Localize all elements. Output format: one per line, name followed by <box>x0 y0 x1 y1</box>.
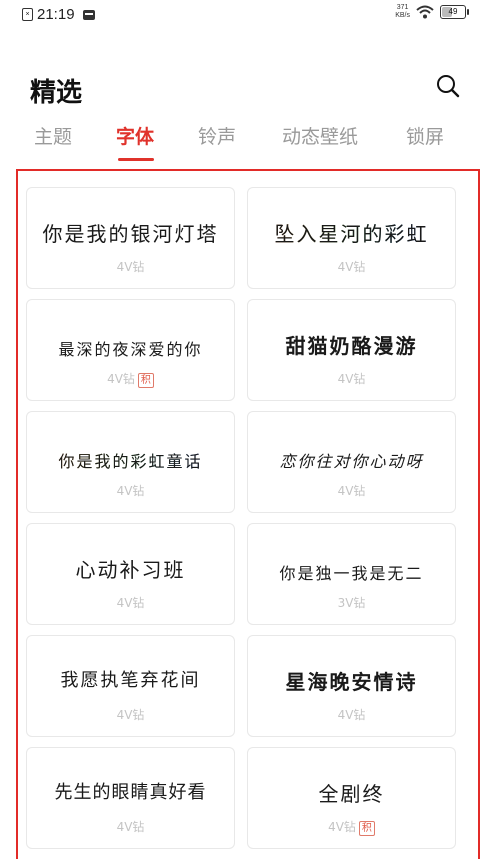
font-card[interactable]: 最深的夜深爱的你 4V钻积 <box>26 299 235 401</box>
status-bar: × 21:19 371 KB/s 49 <box>0 0 488 36</box>
font-price: 4V钻积 <box>27 370 234 388</box>
font-price: 4V钻 <box>337 260 366 274</box>
font-name: 甜猫奶酪漫游 <box>285 334 418 358</box>
battery-icon: 49 <box>440 5 469 19</box>
font-card[interactable]: 你是我的银河灯塔 4V钻 <box>26 187 235 289</box>
status-right: 371 KB/s 49 <box>395 4 469 20</box>
tab-theme[interactable]: 主题 <box>34 122 72 149</box>
font-card[interactable]: 先生的眼睛真好看 4V钻 <box>26 747 235 849</box>
font-card[interactable]: 你是我的彩虹童话 4V钻 <box>26 411 235 513</box>
font-name: 你是独一我是无二 <box>279 564 424 583</box>
battery-level: 49 <box>448 7 458 16</box>
font-price: 4V钻 <box>116 708 145 722</box>
font-name: 你是我的银河灯塔 <box>42 222 219 246</box>
font-card[interactable]: 甜猫奶酪漫游 4V钻 <box>247 299 456 401</box>
font-card[interactable]: 恋你往对你心动呀 4V钻 <box>247 411 456 513</box>
net-speed: 371 KB/s <box>395 4 410 20</box>
wifi-icon <box>416 5 434 19</box>
font-name: 恋你往对你心动呀 <box>279 452 424 471</box>
font-card[interactable]: 坠入星河的彩虹 4V钻 <box>247 187 456 289</box>
status-time: 21:19 <box>37 6 75 23</box>
font-price: 4V钻 <box>337 372 366 386</box>
font-price: 3V钻 <box>337 596 366 610</box>
font-price: 4V钻 <box>116 820 145 834</box>
font-card[interactable]: 全剧终 4V钻积 <box>247 747 456 849</box>
font-card[interactable]: 星海晚安情诗 4V钻 <box>247 635 456 737</box>
net-speed-unit: KB/s <box>395 12 410 19</box>
page-title: 精选 <box>30 78 83 108</box>
points-badge: 积 <box>358 821 375 836</box>
status-left: × 21:19 <box>22 6 95 23</box>
message-icon <box>82 9 95 20</box>
font-name: 我愿执笔弃花间 <box>60 670 201 691</box>
font-price: 4V钻 <box>116 484 145 498</box>
tab-live-wallpaper[interactable]: 动态壁纸 <box>282 122 358 149</box>
font-name: 你是我的彩虹童话 <box>27 448 234 472</box>
category-tabs: 主题 字体 铃声 动态壁纸 锁屏 <box>0 122 488 172</box>
font-name: 心动补习班 <box>75 558 186 582</box>
tab-lockscreen[interactable]: 锁屏 <box>406 122 444 149</box>
tab-font[interactable]: 字体 <box>116 122 154 149</box>
font-name: 先生的眼睛真好看 <box>54 782 207 803</box>
font-name: 最深的夜深爱的你 <box>58 340 203 359</box>
font-card[interactable]: 心动补习班 4V钻 <box>26 523 235 625</box>
font-name: 星海晚安情诗 <box>285 670 418 694</box>
points-badge: 积 <box>137 373 154 388</box>
sim-icon: × <box>22 8 33 21</box>
font-name: 全剧终 <box>318 782 385 806</box>
font-card[interactable]: 我愿执笔弃花间 4V钻 <box>26 635 235 737</box>
font-grid: 你是我的银河灯塔 4V钻 坠入星河的彩虹 4V钻 最深的夜深爱的你 4V钻积 甜… <box>16 169 480 859</box>
font-card[interactable]: 你是独一我是无二 3V钻 <box>247 523 456 625</box>
font-name: 坠入星河的彩虹 <box>248 218 455 247</box>
font-price: 4V钻 <box>337 708 366 722</box>
font-price: 4V钻积 <box>248 818 455 836</box>
font-price: 4V钻 <box>116 596 145 610</box>
tab-ringtone[interactable]: 铃声 <box>198 122 236 149</box>
search-icon[interactable] <box>434 72 462 100</box>
font-price: 4V钻 <box>337 484 366 498</box>
font-price: 4V钻 <box>116 260 145 274</box>
net-speed-value: 371 <box>396 4 409 11</box>
tab-indicator <box>118 158 154 161</box>
